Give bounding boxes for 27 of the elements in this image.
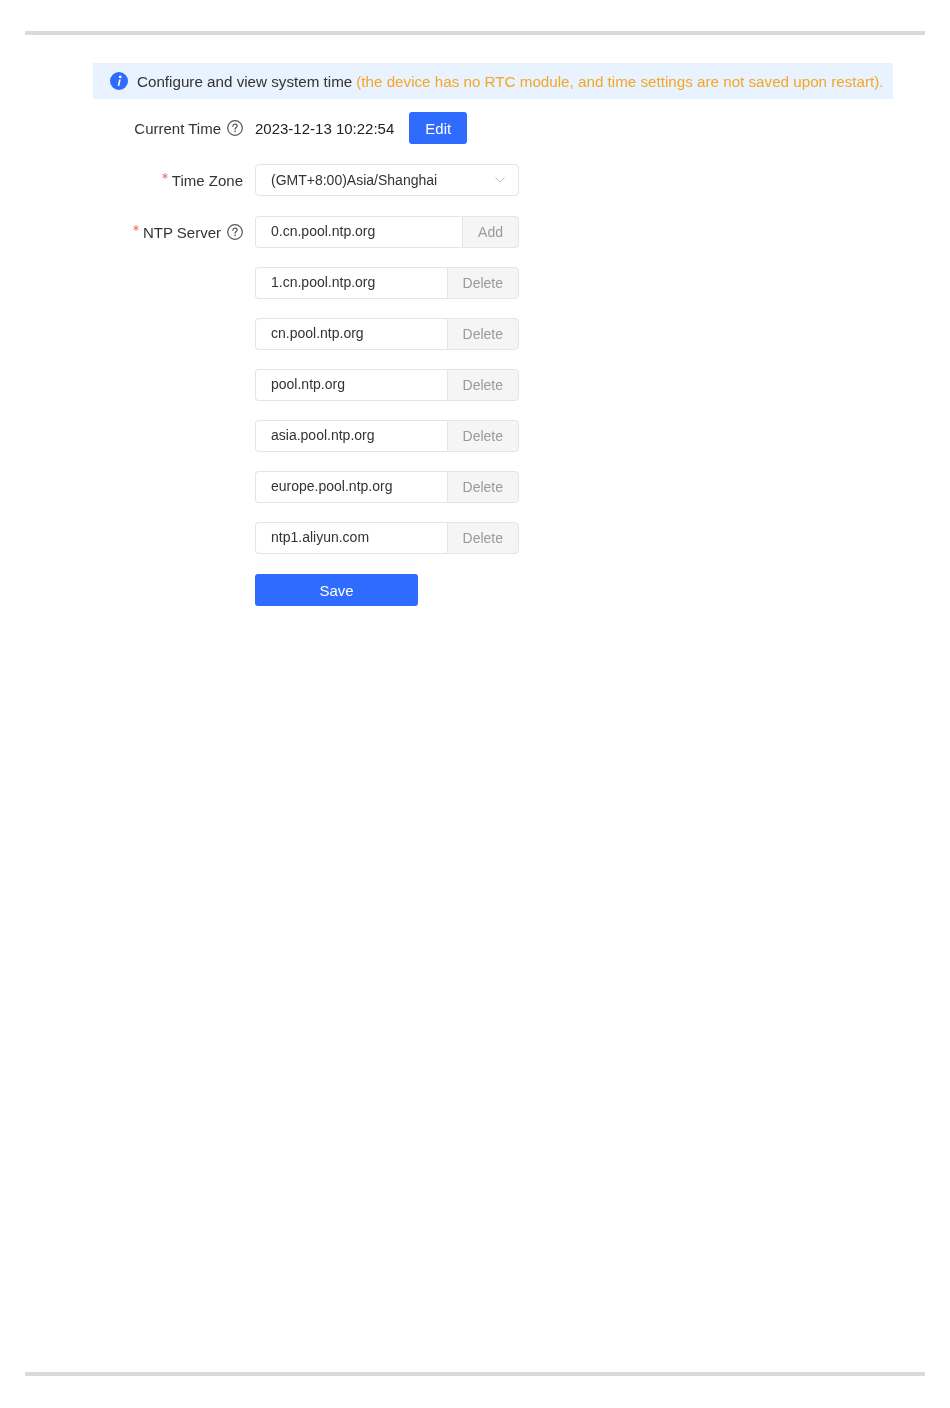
delete-button[interactable]: Delete <box>446 420 519 452</box>
delete-button[interactable]: Delete <box>446 471 519 503</box>
server-input[interactable]: 1.cn.pool.ntp.org <box>255 267 447 299</box>
edit-button[interactable]: Edit <box>409 112 468 144</box>
save-button[interactable]: Save <box>255 574 418 606</box>
server-input[interactable]: ntp1.aliyun.com <box>255 522 447 554</box>
field-label: Current Time <box>134 119 221 137</box>
server-input[interactable]: asia.pool.ntp.org <box>255 420 447 452</box>
server-input[interactable]: pool.ntp.org <box>255 369 447 401</box>
field-label: Time Zone <box>171 171 243 189</box>
banner-note: (the device has no RTC module, and time settings are not saved upon restart). <box>356 72 884 90</box>
server-input[interactable]: europe.pool.ntp.org <box>255 471 447 503</box>
delete-button[interactable]: Delete <box>446 318 519 350</box>
server-input[interactable]: 0.cn.pool.ntp.org <box>255 216 463 248</box>
delete-button[interactable]: Delete <box>446 522 519 554</box>
time-value: 2023-12-13 10:22:54 <box>255 119 395 137</box>
info-icon <box>110 72 128 90</box>
delete-button[interactable]: Delete <box>446 267 519 299</box>
add-button[interactable]: Add <box>462 216 519 248</box>
delete-button[interactable]: Delete <box>446 369 519 401</box>
time-zone-select[interactable]: (GMT+8:00)Asia/Shanghai <box>255 164 519 196</box>
field-label: NTP Server <box>142 223 221 241</box>
chevron-down-icon <box>495 177 505 183</box>
banner-text: Configure and view system time <box>137 72 353 90</box>
server-input[interactable]: cn.pool.ntp.org <box>255 318 447 350</box>
help-icon[interactable] <box>227 224 243 240</box>
help-icon[interactable] <box>227 120 243 136</box>
